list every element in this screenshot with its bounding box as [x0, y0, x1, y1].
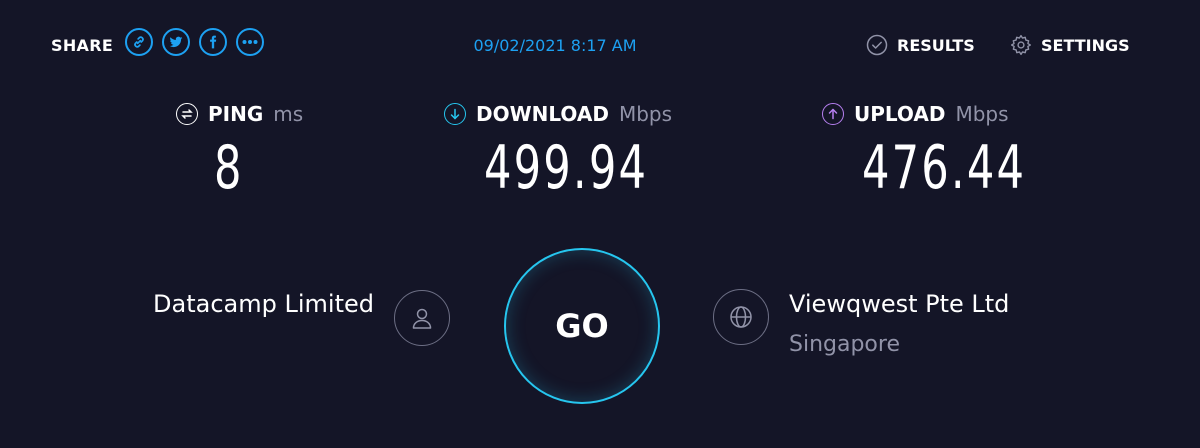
upload-arrow-icon: [822, 103, 844, 125]
download-unit: Mbps: [618, 102, 673, 126]
ping-icon: [176, 103, 198, 125]
download-header: DOWNLOAD Mbps: [444, 102, 672, 126]
gear-icon: [1010, 34, 1031, 56]
results-label: RESULTS: [897, 35, 975, 55]
ping-value: 8: [214, 133, 244, 203]
results-button[interactable]: RESULTS: [866, 34, 975, 56]
download-arrow-icon: [444, 103, 466, 125]
server-name[interactable]: Viewqwest Pte Ltd: [789, 290, 1009, 318]
ping-unit: ms: [273, 102, 304, 126]
go-button[interactable]: GO: [504, 248, 660, 404]
upload-unit: Mbps: [955, 102, 1009, 126]
settings-button[interactable]: SETTINGS: [1010, 34, 1130, 56]
isp-name[interactable]: Datacamp Limited: [153, 290, 374, 318]
check-circle-icon: [866, 34, 888, 56]
ping-header: PING ms: [176, 102, 303, 126]
download-label: DOWNLOAD: [476, 102, 609, 126]
upload-header: UPLOAD Mbps: [822, 102, 1009, 126]
upload-label: UPLOAD: [854, 102, 946, 126]
globe-icon-button[interactable]: [713, 289, 769, 345]
user-icon: [412, 308, 432, 329]
user-icon-button[interactable]: [394, 290, 450, 346]
download-value: 499.94: [484, 133, 649, 203]
settings-label: SETTINGS: [1041, 35, 1130, 55]
ping-label: PING: [208, 102, 264, 126]
server-location: Singapore: [789, 332, 900, 357]
upload-value: 476.44: [862, 133, 1027, 203]
globe-icon: [730, 306, 752, 328]
